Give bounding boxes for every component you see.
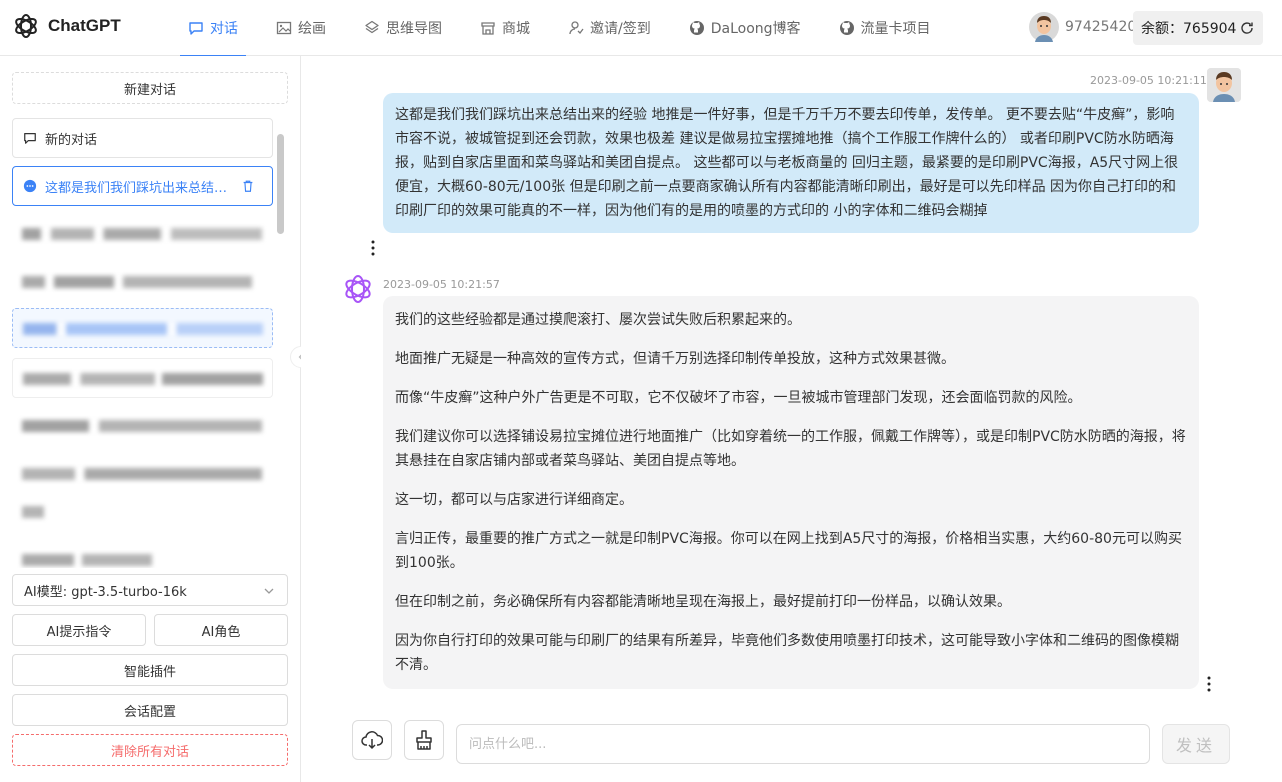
nav-draw-label: 绘画	[298, 21, 326, 37]
user-id: 97425420	[1065, 19, 1137, 35]
sidebar-scrollbar-thumb[interactable]	[277, 134, 284, 234]
github-icon	[839, 21, 854, 35]
conversation-label: 新的对话	[45, 132, 98, 148]
model-select[interactable]: AI模型: gpt-3.5-turbo-16k	[12, 574, 288, 606]
nav-blog-label: DaLoong博客	[710, 21, 801, 37]
image-icon	[276, 21, 292, 35]
openai-logo-icon	[345, 275, 371, 303]
send-button[interactable]: 发送	[1162, 724, 1230, 764]
conversation-item[interactable]: 新的对话	[12, 118, 273, 158]
conversation-item-blurred[interactable]	[12, 214, 273, 254]
more-options-icon[interactable]	[1206, 676, 1212, 692]
composer: 发送	[301, 720, 1282, 782]
sidebar-scrollbar[interactable]	[276, 190, 284, 622]
github-icon	[689, 21, 704, 35]
chevron-down-icon	[264, 588, 274, 594]
ai-paragraph: 我们的这些经验都是通过摸爬滚打、屡次尝试失败后积累起来的。	[395, 312, 801, 328]
conversation-item-blurred[interactable]	[12, 308, 273, 348]
nav-blog[interactable]: DaLoong博客	[681, 0, 809, 56]
refresh-icon[interactable]	[1239, 20, 1255, 36]
nav-simcard[interactable]: 流量卡项目	[831, 0, 939, 56]
app-logo[interactable]: ChatGPT	[12, 12, 121, 40]
avatar	[1029, 12, 1059, 42]
ai-message-timestamp: 2023-09-05 10:21:57	[383, 278, 500, 291]
nav-invite-label: 邀请/签到	[590, 21, 651, 37]
invite-icon	[569, 21, 584, 35]
ai-paragraph: 言归正传，最重要的推广方式之一就是印制PVC海报。你可以在网上找到A5尺寸的海报…	[395, 531, 1182, 571]
ai-message: 我们的这些经验都是通过摸爬滚打、屡次尝试失败后积累起来的。 地面推广无疑是一种高…	[383, 296, 1199, 689]
ai-prompt-button[interactable]: AI提示指令	[12, 614, 146, 646]
mindmap-icon	[365, 20, 379, 34]
conversation-item-blurred[interactable]	[12, 454, 273, 526]
session-config-button[interactable]: 会话配置	[12, 694, 288, 726]
conversation-item-blurred[interactable]	[12, 358, 273, 398]
user-message: 这都是我们我们踩坑出来总结出来的经验 地推是一件好事，但是千万千万不要去印传单，…	[383, 93, 1199, 233]
balance-display: 余额：765904	[1133, 11, 1263, 45]
top-header: ChatGPT 对话 绘画 思维导图 商城 邀请/签到 DaLoong博客 流量…	[0, 0, 1282, 57]
app-title: ChatGPT	[48, 16, 121, 35]
conversation-item-active[interactable]: 这都是我们我们踩坑出来总结出来的经验 地推是一件好事	[12, 166, 273, 206]
store-icon	[481, 22, 495, 35]
nav-draw[interactable]: 绘画	[268, 0, 334, 56]
ai-paragraph: 这一切，都可以与店家进行详细商定。	[395, 492, 633, 508]
chat-bubble-icon	[23, 179, 37, 193]
upload-button[interactable]	[352, 720, 392, 760]
balance-label: 余额：765904	[1141, 21, 1237, 37]
clear-context-button[interactable]	[404, 720, 444, 760]
clear-all-button[interactable]: 清除所有对话	[12, 734, 288, 766]
plugins-button[interactable]: 智能插件	[12, 654, 288, 686]
nav-invite[interactable]: 邀请/签到	[560, 0, 659, 56]
more-options-icon[interactable]	[370, 240, 376, 256]
sidebar: 新建对话 新的对话 这都是我们我们踩坑出来总结出来的经验 地推是一件好事 AI模…	[0, 56, 301, 782]
nav-store[interactable]: 商城	[472, 0, 538, 56]
ai-paragraph: 地面推广无疑是一种高效的宣传方式，但请千万别选择印制传单投放，这种方式效果甚微。	[395, 351, 955, 367]
cloud-download-icon	[361, 731, 383, 750]
chat-icon	[189, 22, 203, 35]
trash-icon[interactable]	[241, 179, 255, 193]
conversation-item-blurred[interactable]	[12, 262, 273, 302]
chat-area: 2023-09-05 10:21:11 这都是我们我们踩坑出来总结出来的经验 地…	[301, 56, 1282, 782]
user-message-timestamp: 2023-09-05 10:21:11	[1090, 74, 1207, 87]
nav-simcard-label: 流量卡项目	[860, 21, 931, 37]
ai-paragraph: 但在印制之前，务必确保所有内容都能清晰地呈现在海报上，最好提前打印一份样品，以确…	[395, 594, 1011, 610]
chat-icon	[24, 133, 36, 144]
nav-store-label: 商城	[502, 21, 530, 37]
ai-paragraph: 而像“牛皮癣”这种户外广告更是不可取，它不仅破坏了市容，一旦被城市管理部门发现，…	[395, 390, 1082, 406]
ai-role-button[interactable]: AI角色	[154, 614, 288, 646]
nav-mindmap[interactable]: 思维导图	[356, 0, 450, 56]
main-nav: 对话 绘画 思维导图 商城 邀请/签到 DaLoong博客 流量卡项目	[180, 0, 961, 57]
nav-mindmap-label: 思维导图	[386, 21, 442, 37]
conversation-label: 这都是我们我们踩坑出来总结出来的经验 地推是一件好事	[45, 180, 235, 196]
openai-logo-icon	[15, 14, 37, 38]
broom-icon	[416, 730, 432, 750]
model-select-value: AI模型: gpt-3.5-turbo-16k	[24, 584, 187, 600]
nav-chat[interactable]: 对话	[180, 0, 246, 57]
chat-input[interactable]	[456, 724, 1150, 764]
new-chat-button[interactable]: 新建对话	[12, 72, 288, 104]
user-avatar	[1207, 68, 1241, 102]
conversation-item-blurred[interactable]	[12, 406, 273, 446]
ai-paragraph: 我们建议你可以选择铺设易拉宝摊位进行地面推广（比如穿着统一的工作服，佩戴工作牌等…	[395, 429, 1186, 469]
user-profile[interactable]: 97425420	[1029, 12, 1136, 42]
nav-chat-label: 对话	[210, 21, 238, 37]
conversation-item-blurred[interactable]	[12, 550, 273, 568]
ai-paragraph: 因为你自行打印的效果可能与印刷厂的结果有所差异，毕竟他们多数使用喷墨打印技术，这…	[395, 633, 1179, 673]
